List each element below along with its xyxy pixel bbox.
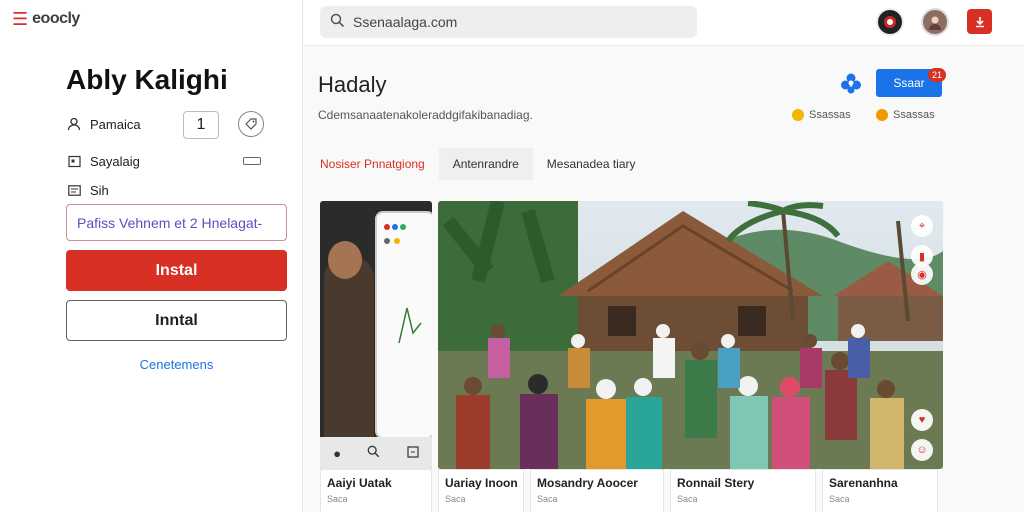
chat-icon[interactable]: ☺ [911, 439, 933, 461]
detail-label: Pamaica [90, 116, 141, 132]
detail-row-size: Sih [66, 182, 109, 198]
stat-label: Ssassas [809, 109, 851, 121]
card-title: Mosandry Aoocer [537, 476, 638, 490]
related-apps-row: Aaiyi Uatak Saca Uariay Inoona Saca Mosa… [320, 469, 938, 512]
card-subtitle: Saca [829, 494, 850, 504]
tag-people-icon[interactable]: ⌖ [911, 215, 933, 237]
card-title: Uariay Inoona [445, 476, 517, 490]
notification-badge: 21 [928, 68, 946, 82]
user-icon [66, 116, 82, 132]
install-button[interactable]: Instal [66, 250, 287, 291]
detail-row-publisher: Pamaica [66, 116, 141, 132]
storage-indicator-icon [243, 157, 261, 165]
screenshot-thumbnail[interactable]: ● [320, 201, 432, 469]
app-details-panel: ☰ eoocly Ably Kalighi Pamaica 1 Sayalaig… [0, 0, 303, 512]
star-icon [792, 109, 804, 121]
person-image [324, 256, 374, 456]
tab-reviews[interactable]: Antenrandre [438, 148, 533, 180]
section-title: Hadaly [318, 72, 387, 97]
search-input[interactable]: Ssenaalaga.com [320, 6, 697, 38]
detail-label: Sayalaig [90, 153, 140, 169]
record-icon[interactable]: ◉ [911, 263, 933, 285]
top-bar: Ssenaalaga.com [304, 0, 1024, 46]
tab-details[interactable]: Mesanadea tiary [533, 148, 650, 180]
detail-label: Sih [90, 182, 109, 198]
app-card[interactable]: Mosandry Aoocer Saca [530, 469, 664, 512]
logo-text: eoocly [32, 10, 80, 27]
card-subtitle: Saca [537, 494, 558, 504]
like-icon[interactable]: ♥ [911, 409, 933, 431]
card-icon [66, 182, 82, 198]
tab-bar: Nosiser Pnnatgiong Antenrandre Mesanadea… [304, 148, 650, 180]
main-content: Ssenaalaga.com Hadaly Cdemsanaatenakoler… [304, 0, 1024, 512]
app-title: Ably Kalighi [66, 64, 228, 95]
apps-icon[interactable] [967, 9, 992, 34]
app-card[interactable]: Sarenanhna Saca [822, 469, 938, 512]
secondary-install-button[interactable]: Inntal [66, 300, 287, 341]
share-icon[interactable] [839, 71, 863, 101]
card-title: Sarenanhna [829, 476, 898, 490]
phone-image [375, 211, 432, 439]
app-store-page: ☰ eoocly Ably Kalighi Pamaica 1 Sayalaig… [0, 0, 1024, 512]
zoom-icon[interactable] [367, 445, 380, 461]
search-text: Ssenaalaga.com [353, 14, 458, 30]
promo-code-input[interactable]: Pafiss Vehnem et 2 Hnelagat- [66, 204, 287, 241]
terms-link[interactable]: Cenetemens [66, 357, 287, 372]
person-head-image [328, 241, 362, 279]
section-description: Cdemsanaatenakoleraddgifakibanadiag. [318, 108, 533, 122]
card-subtitle: Saca [677, 494, 698, 504]
card-title: Ronnail Stery [677, 476, 755, 490]
avatar[interactable] [876, 8, 904, 36]
menu-icon[interactable]: ☰ [12, 10, 28, 28]
screenshot-toolbar: ● [320, 437, 432, 469]
expand-icon[interactable] [407, 445, 419, 461]
app-card[interactable]: Uariay Inoona Saca [438, 469, 524, 512]
card-title: Aaiyi Uatak [327, 476, 392, 490]
app-card[interactable]: Aaiyi Uatak Saca [320, 469, 432, 512]
downloads-stat: Ssassas [876, 109, 935, 121]
tag-icon[interactable] [238, 111, 264, 137]
stat-label: Ssassas [893, 109, 935, 121]
app-card[interactable]: Ronnail Stery Saca [670, 469, 816, 512]
card-subtitle: Saca [445, 494, 466, 504]
card-subtitle: Saca [327, 494, 348, 504]
search-icon [330, 13, 345, 32]
profile-avatar[interactable] [921, 8, 949, 36]
quantity-stepper[interactable]: 1 [183, 111, 219, 139]
brand-logo[interactable]: ☰ eoocly [12, 10, 80, 28]
rating-stat: Ssassas [792, 109, 851, 121]
badge-icon [876, 109, 888, 121]
detail-row-schedule: Sayalaig [66, 153, 140, 169]
calendar-icon [66, 153, 82, 169]
circle-icon[interactable]: ● [333, 446, 341, 461]
village-photo[interactable]: ⌖ ▮ ◉ ♥ ☺ [438, 201, 943, 469]
tab-overview[interactable]: Nosiser Pnnatgiong [304, 148, 439, 180]
